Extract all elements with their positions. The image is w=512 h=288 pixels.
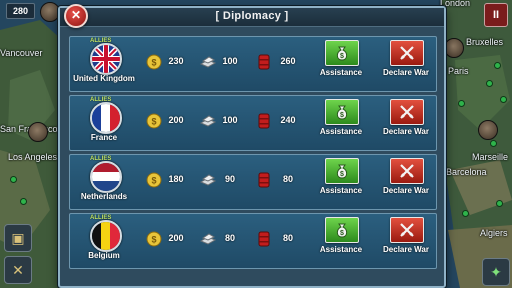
city-marker-icon[interactable]	[458, 100, 465, 107]
city-marker-icon[interactable]	[10, 176, 17, 183]
crossed-swords-icon	[400, 164, 414, 178]
oil-value: 80	[282, 174, 293, 184]
svg-text:$: $	[340, 230, 344, 237]
general-avatar-icon[interactable]	[478, 120, 498, 140]
pause-button[interactable]: II	[484, 3, 508, 27]
compass-icon[interactable]: ✦	[482, 258, 510, 286]
steel-value: 90	[224, 174, 235, 184]
svg-text:$: $	[151, 58, 156, 68]
assistance-button[interactable]: $	[325, 217, 359, 243]
close-button[interactable]: ✕	[64, 4, 88, 28]
oil-value: 260	[280, 56, 296, 66]
city-marker-icon[interactable]	[500, 96, 507, 103]
score-badge: 280	[6, 3, 36, 19]
crossed-swords-icon	[400, 46, 414, 60]
france-flag-icon	[90, 102, 122, 134]
map-label-bruxelles: Bruxelles	[466, 37, 504, 47]
declare-war-button[interactable]	[390, 40, 424, 66]
general-avatar-icon[interactable]	[444, 38, 464, 58]
money-bag-icon: $	[336, 164, 348, 179]
svg-text:$: $	[340, 112, 344, 119]
belgium-flag-icon	[90, 220, 122, 252]
map-label-paris: Paris	[448, 66, 469, 76]
country-name: France	[90, 133, 118, 142]
steel-value: 100	[222, 56, 238, 66]
gold-value: 200	[168, 115, 184, 125]
money-bag-icon: $	[336, 223, 348, 238]
oil-value: 80	[282, 233, 293, 243]
declare-war-label: Declare War	[383, 127, 429, 136]
map-label-marseille: Marseille	[472, 152, 509, 162]
gold-coin-icon: $	[146, 172, 162, 188]
country-row-netherlands: ALLIES Netherlands $ 180 90 80 $ Assista…	[69, 154, 437, 210]
steel-icon	[200, 115, 216, 127]
oil-barrel-icon	[258, 54, 270, 70]
oil-value: 240	[280, 115, 296, 125]
assistance-label: Assistance	[319, 127, 363, 136]
map-label-los-angeles: Los Angeles	[8, 152, 58, 162]
declare-war-label: Declare War	[383, 68, 429, 77]
netherlands-flag-icon	[90, 161, 122, 193]
steel-icon	[200, 174, 216, 186]
diplomacy-dialog: [ Diplomacy ] ✕ ALLIES United Kingdom $ …	[58, 4, 446, 288]
oil-barrel-icon	[258, 172, 270, 188]
dialog-title-bar: [ Diplomacy ]	[60, 8, 444, 27]
country-row-france: ALLIES France $ 200 100 240 $ Assistance…	[69, 95, 437, 151]
svg-text:$: $	[151, 176, 156, 186]
country-row-belgium: ALLIES Belgium $ 200 80 80 $ Assistance …	[69, 213, 437, 269]
declare-war-label: Declare War	[383, 245, 429, 254]
briefcase-icon[interactable]: ▣	[4, 224, 32, 252]
oil-barrel-icon	[258, 113, 270, 129]
general-avatar-icon[interactable]	[40, 2, 60, 22]
map-label-barcelona: Barcelona	[446, 167, 487, 177]
country-name: United Kingdom	[73, 74, 135, 83]
svg-text:$: $	[340, 53, 344, 60]
gold-value: 230	[168, 56, 184, 66]
svg-text:$: $	[151, 235, 156, 245]
svg-text:$: $	[151, 117, 156, 127]
city-marker-icon[interactable]	[496, 200, 503, 207]
crossed-swords-icon	[400, 223, 414, 237]
united-kingdom-flag-icon	[90, 43, 122, 75]
gold-coin-icon: $	[146, 113, 162, 129]
declare-war-button[interactable]	[390, 158, 424, 184]
general-avatar-icon[interactable]	[28, 122, 48, 142]
gold-value: 200	[168, 233, 184, 243]
oil-barrel-icon	[258, 231, 270, 247]
declare-war-button[interactable]	[390, 99, 424, 125]
city-marker-icon[interactable]	[462, 210, 469, 217]
dialog-title: [ Diplomacy ]	[215, 10, 289, 22]
country-name: Belgium	[88, 251, 120, 260]
steel-icon	[200, 233, 216, 245]
tools-icon[interactable]: ✕	[4, 256, 32, 284]
gold-coin-icon: $	[146, 231, 162, 247]
assistance-label: Assistance	[319, 186, 363, 195]
crossed-swords-icon	[400, 105, 414, 119]
steel-icon	[200, 56, 216, 68]
assistance-button[interactable]: $	[325, 40, 359, 66]
city-marker-icon[interactable]	[486, 80, 493, 87]
assistance-label: Assistance	[319, 245, 363, 254]
map-label-vancouver: Vancouver	[0, 48, 43, 58]
city-marker-icon[interactable]	[20, 198, 27, 205]
gold-coin-icon: $	[146, 54, 162, 70]
country-row-united-kingdom: ALLIES United Kingdom $ 230 100 260 $ As…	[69, 36, 437, 92]
city-marker-icon[interactable]	[490, 140, 497, 147]
assistance-label: Assistance	[319, 68, 363, 77]
map-label-algiers: Algiers	[480, 228, 508, 238]
city-marker-icon[interactable]	[494, 62, 501, 69]
country-name: Netherlands	[80, 192, 128, 201]
steel-value: 80	[224, 233, 235, 243]
declare-war-label: Declare War	[383, 186, 429, 195]
svg-text:$: $	[340, 171, 344, 178]
money-bag-icon: $	[336, 105, 348, 120]
steel-value: 100	[222, 115, 238, 125]
assistance-button[interactable]: $	[325, 158, 359, 184]
money-bag-icon: $	[336, 46, 348, 61]
gold-value: 180	[168, 174, 184, 184]
assistance-button[interactable]: $	[325, 99, 359, 125]
declare-war-button[interactable]	[390, 217, 424, 243]
